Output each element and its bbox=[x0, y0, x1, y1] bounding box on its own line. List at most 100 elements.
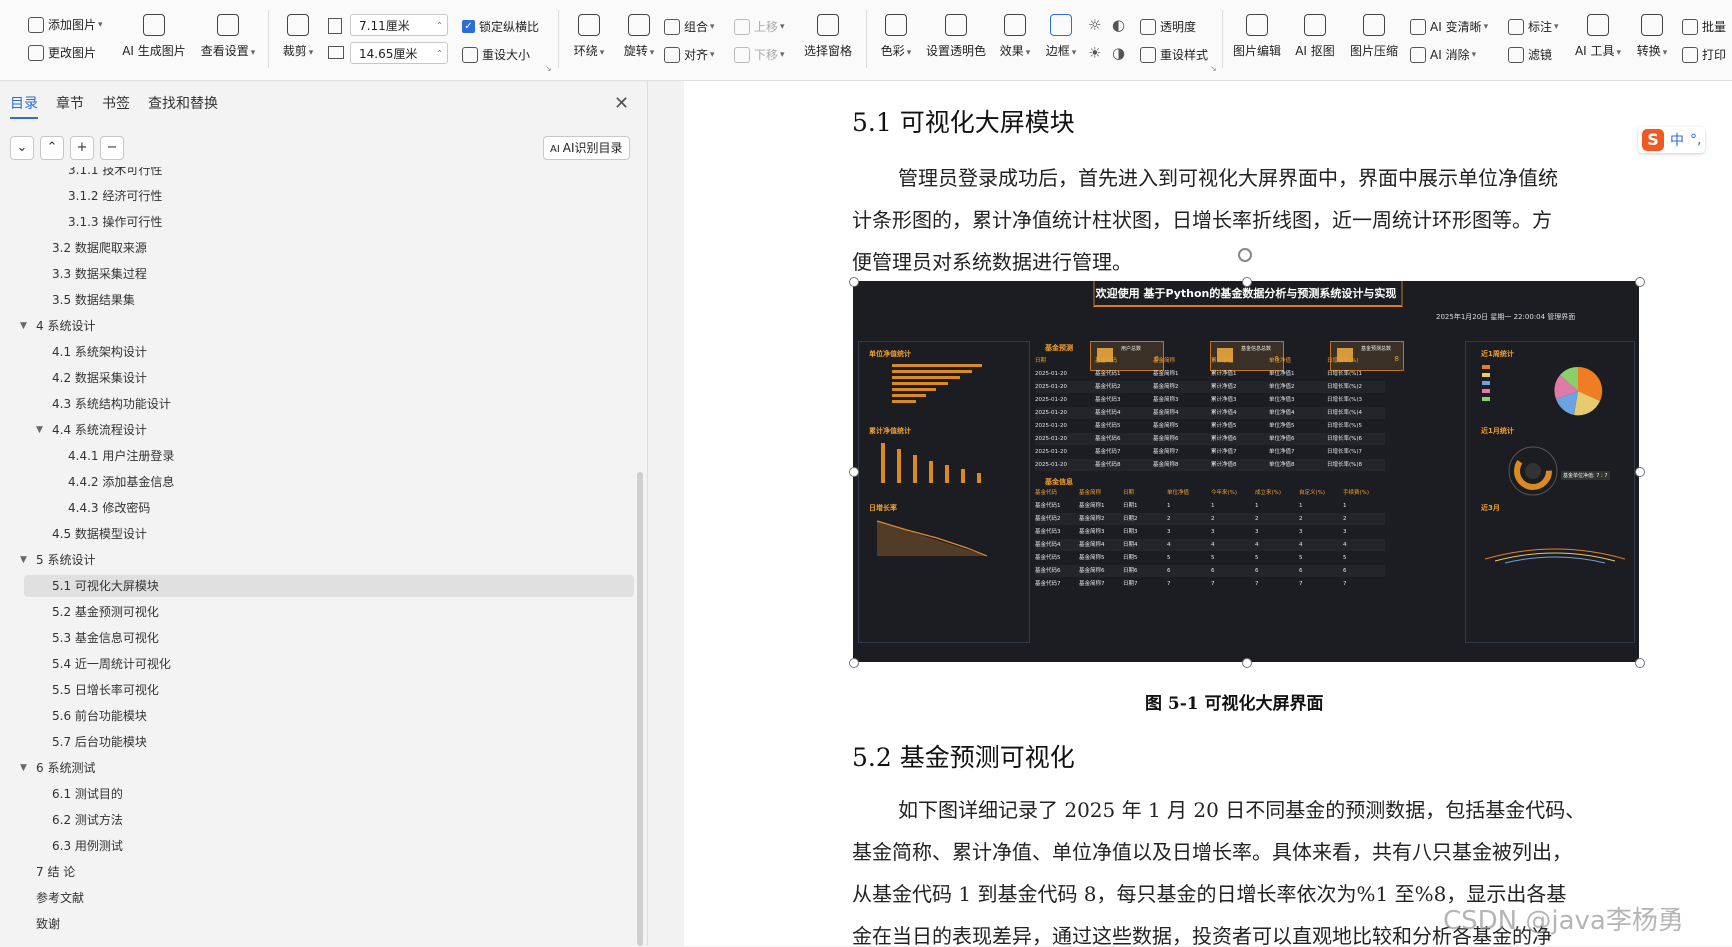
toc-item[interactable]: 6.3 用例测试 bbox=[0, 835, 600, 857]
tab-toc[interactable]: 目录 bbox=[10, 93, 38, 119]
resize-handle-br[interactable] bbox=[1635, 658, 1645, 668]
toc-item[interactable]: 参考文献 bbox=[0, 887, 600, 909]
ai-tools-button[interactable]: AI 工具 ▾ bbox=[1570, 8, 1626, 59]
toc-item[interactable]: 4.4.1 用户注册登录 bbox=[0, 445, 600, 467]
filter-button[interactable]: 滤镜 bbox=[1508, 46, 1552, 63]
toc-item[interactable]: 3.1.3 操作可行性 bbox=[0, 211, 600, 233]
move-up-button[interactable]: 上移 ▾ bbox=[734, 18, 785, 35]
view-settings-button[interactable]: 查看设置 ▾ bbox=[192, 8, 264, 59]
toc-item[interactable]: 6 系统测试 ▼ bbox=[0, 757, 600, 779]
ai-toc-button[interactable]: AI AI识别目录 bbox=[543, 136, 630, 160]
move-down-button[interactable]: 下移 ▾ bbox=[734, 46, 785, 63]
brightness-up-icon[interactable]: ☼ bbox=[1088, 16, 1101, 34]
ai-generate-image-button[interactable]: AI 生成图片 bbox=[118, 8, 190, 59]
resize-handle-b[interactable] bbox=[1242, 658, 1252, 668]
add-image-button[interactable]: 添加图片 ▾ bbox=[28, 16, 103, 33]
toc-scroll-thumb[interactable] bbox=[637, 472, 643, 946]
toc-item[interactable]: 3.1.1 技术可行性 bbox=[0, 167, 600, 181]
combine-button[interactable]: 组合 ▾ bbox=[664, 18, 715, 35]
expand-arrow-icon[interactable]: ▼ bbox=[36, 419, 43, 441]
brightness-down-icon[interactable]: ☀ bbox=[1088, 44, 1101, 62]
toc-item[interactable]: 5.5 日增长率可视化 bbox=[0, 679, 600, 701]
crop-button[interactable]: 裁剪 ▾ bbox=[274, 8, 322, 59]
resize-handle-r[interactable] bbox=[1635, 467, 1645, 477]
toc-item[interactable]: 4.4.2 添加基金信息 bbox=[0, 471, 600, 493]
print-button[interactable]: 打印 bbox=[1682, 46, 1726, 63]
dialog-launcher-icon-2[interactable]: ↘ bbox=[1210, 64, 1217, 73]
toc-scrollbar[interactable] bbox=[636, 167, 644, 946]
align-button[interactable]: 对齐 ▾ bbox=[664, 46, 715, 63]
toc-item[interactable]: 4.1 系统架构设计 bbox=[0, 341, 600, 363]
resize-handle-t[interactable] bbox=[1242, 277, 1252, 287]
ai-clear-button[interactable]: AI 变清晰 ▾ bbox=[1410, 18, 1488, 35]
toc-item[interactable]: 6.2 测试方法 bbox=[0, 809, 600, 831]
tab-bookmarks[interactable]: 书签 bbox=[102, 93, 130, 119]
toc-item[interactable]: 4.3 系统结构功能设计 bbox=[0, 393, 600, 415]
ai-remove-button[interactable]: AI 消除 ▾ bbox=[1410, 46, 1476, 63]
remove-heading-button[interactable]: − bbox=[100, 136, 124, 160]
border-button[interactable]: 边框 ▾ bbox=[1038, 8, 1084, 59]
height-spinner[interactable]: ⌃ bbox=[436, 43, 443, 65]
expand-arrow-icon[interactable]: ▼ bbox=[20, 549, 27, 571]
expand-up-button[interactable]: ⌃ bbox=[40, 136, 64, 160]
contrast-down-icon[interactable]: ◑ bbox=[1112, 44, 1125, 62]
tab-chapters[interactable]: 章节 bbox=[56, 93, 84, 119]
height-input[interactable]: 14.65厘米 ⌃ bbox=[350, 42, 448, 64]
wrap-button[interactable]: 环绕 ▾ bbox=[564, 8, 614, 59]
reset-size-button[interactable]: 重设大小 bbox=[462, 46, 530, 63]
toc-item[interactable]: 7 结 论 bbox=[0, 861, 600, 883]
image-compress-button[interactable]: 图片压缩 bbox=[1344, 8, 1404, 59]
expand-arrow-icon[interactable]: ▼ bbox=[20, 757, 27, 779]
tab-find-replace[interactable]: 查找和替换 bbox=[148, 93, 218, 119]
add-heading-button[interactable]: + bbox=[70, 136, 94, 160]
toc-item[interactable]: 5.1 可视化大屏模块 bbox=[24, 575, 634, 597]
resize-handle-tl[interactable] bbox=[849, 277, 859, 287]
toc-item[interactable]: 5.6 前台功能模块 bbox=[0, 705, 600, 727]
toc-item[interactable]: 4.4 系统流程设计 ▼ bbox=[0, 419, 600, 441]
toc-item[interactable]: 5.2 基金预测可视化 bbox=[0, 601, 600, 623]
selection-pane-button[interactable]: 选择窗格 bbox=[800, 8, 856, 59]
toc-item[interactable]: 6.1 测试目的 bbox=[0, 783, 600, 805]
toc-item[interactable]: 3.5 数据结果集 bbox=[0, 289, 600, 311]
rotate-handle-icon[interactable] bbox=[1238, 248, 1252, 262]
collapse-all-button[interactable]: ⌄ bbox=[10, 136, 34, 160]
toc-item[interactable]: 4.4.3 修改密码 bbox=[0, 497, 600, 519]
toc-item[interactable]: 5.7 后台功能模块 bbox=[0, 731, 600, 753]
expand-arrow-icon[interactable]: ▼ bbox=[20, 315, 27, 337]
toc-item[interactable]: 3.2 数据爬取来源 bbox=[0, 237, 600, 259]
reset-style-button[interactable]: 重设样式 bbox=[1140, 46, 1208, 63]
toc-item[interactable]: 3.3 数据采集过程 bbox=[0, 263, 600, 285]
effects-button[interactable]: 效果 ▾ bbox=[992, 8, 1038, 59]
dashboard-image[interactable]: 欢迎使用 基于Python的基金数据分析与预测系统设计与实现 2025年1月20… bbox=[853, 281, 1639, 662]
set-transparent-button[interactable]: 设置透明色 bbox=[922, 8, 990, 59]
toc-item[interactable]: 5.3 基金信息可视化 bbox=[0, 627, 600, 649]
resize-handle-tr[interactable] bbox=[1635, 277, 1645, 287]
change-image-button[interactable]: 更改图片 bbox=[28, 44, 96, 61]
toc-item[interactable]: 4.2 数据采集设计 bbox=[0, 367, 600, 389]
resize-handle-l[interactable] bbox=[849, 467, 859, 477]
resize-handle-bl[interactable] bbox=[849, 658, 859, 668]
ime-punct-toggle[interactable]: °, bbox=[1690, 132, 1701, 148]
ime-lang-toggle[interactable]: 中 bbox=[1670, 130, 1684, 150]
toc-item[interactable]: 3.1.2 经济可行性 bbox=[0, 185, 600, 207]
toc-item[interactable]: 4 系统设计 ▼ bbox=[0, 315, 600, 337]
ai-cutout-button[interactable]: AI 抠图 bbox=[1286, 8, 1344, 59]
close-icon[interactable]: ✕ bbox=[614, 93, 629, 114]
convert-button[interactable]: 转换 ▾ bbox=[1626, 8, 1678, 59]
lock-aspect-checkbox[interactable]: ✓ 锁定纵横比 bbox=[462, 18, 539, 35]
toc-item[interactable]: 致谢 bbox=[0, 913, 600, 935]
annotate-button[interactable]: 标注 ▾ bbox=[1508, 18, 1559, 35]
transparency-button[interactable]: 透明度 bbox=[1140, 18, 1196, 35]
rotate-button[interactable]: 旋转 ▾ bbox=[614, 8, 664, 59]
dialog-launcher-icon[interactable]: ↘ bbox=[545, 64, 552, 73]
color-button[interactable]: 色彩 ▾ bbox=[872, 8, 920, 59]
toc-item[interactable]: 5 系统设计 ▼ bbox=[0, 549, 600, 571]
width-spinner[interactable]: ⌃ bbox=[436, 15, 443, 37]
batch-button[interactable]: 批量 bbox=[1682, 18, 1726, 35]
ime-toolbar[interactable]: S 中 °, bbox=[1638, 127, 1706, 153]
toc-item[interactable]: 5.4 近一周统计可视化 bbox=[0, 653, 600, 675]
contrast-up-icon[interactable]: ◐ bbox=[1112, 16, 1125, 34]
toc-item[interactable]: 4.5 数据模型设计 bbox=[0, 523, 600, 545]
width-input[interactable]: 7.11厘米 ⌃ bbox=[350, 14, 448, 36]
image-edit-button[interactable]: 图片编辑 bbox=[1228, 8, 1286, 59]
